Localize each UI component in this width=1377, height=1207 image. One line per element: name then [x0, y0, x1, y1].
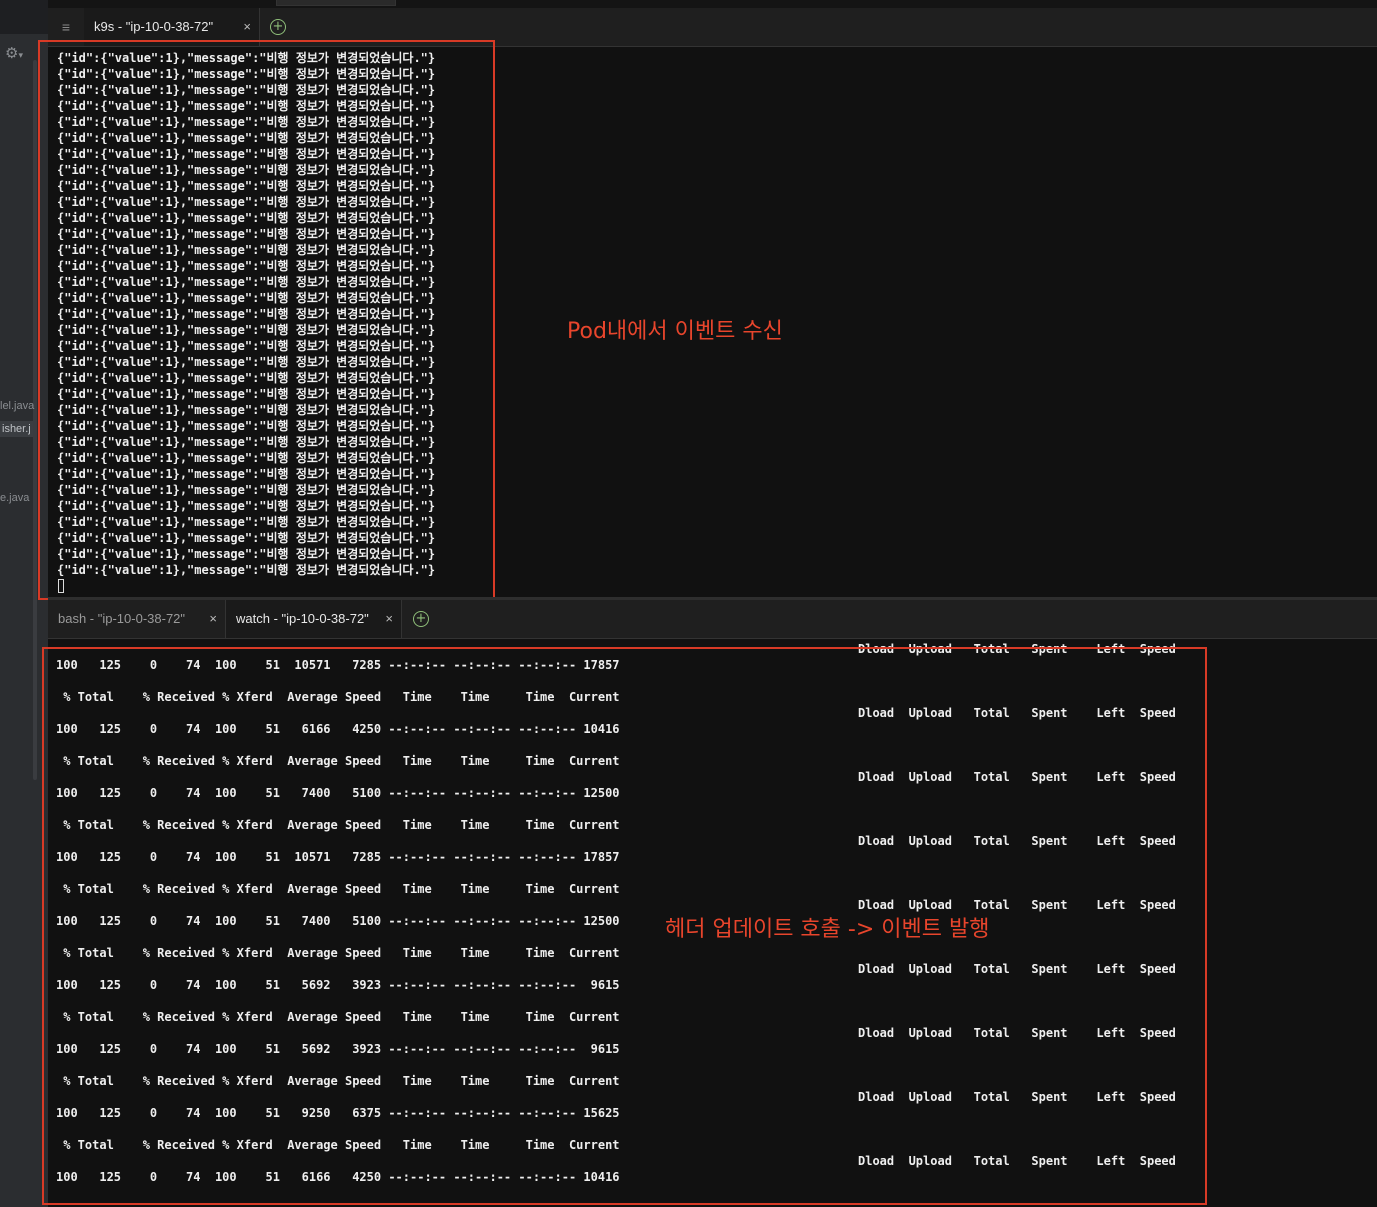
tab-watch[interactable]: watch - "ip-10-0-38-72" × [226, 600, 402, 638]
window-top-edge [48, 0, 1377, 8]
file-item[interactable]: e.java [0, 492, 29, 504]
annotation-bottom: 헤더 업데이트 호출 -> 이벤트 발행 [665, 917, 990, 942]
tab-bash[interactable]: bash - "ip-10-0-38-72" × [48, 600, 226, 638]
window-handle [276, 0, 396, 6]
sidebar-scrollbar[interactable] [33, 60, 37, 780]
highlight-box-top [38, 40, 495, 600]
close-icon[interactable]: × [209, 600, 217, 638]
close-icon[interactable]: × [385, 600, 393, 638]
bottom-tab-bar: bash - "ip-10-0-38-72" × watch - "ip-10-… [48, 600, 1377, 639]
gear-icon[interactable]: ⚙▾ [5, 44, 23, 62]
tab-label: watch - "ip-10-0-38-72" [236, 611, 369, 626]
tab-label: bash - "ip-10-0-38-72" [58, 611, 186, 626]
plus-circle-icon[interactable]: + [270, 19, 286, 35]
ide-toolbar [0, 0, 48, 34]
highlight-box-bottom [42, 647, 1207, 1205]
tab-label: k9s - "ip-10-0-38-72" [94, 19, 214, 34]
plus-circle-icon[interactable]: + [413, 611, 429, 627]
file-item[interactable]: lel.java [0, 400, 34, 412]
annotation-top: Pod내에서 이벤트 수신 [567, 319, 783, 344]
file-item-selected[interactable]: isher.j [0, 421, 33, 437]
